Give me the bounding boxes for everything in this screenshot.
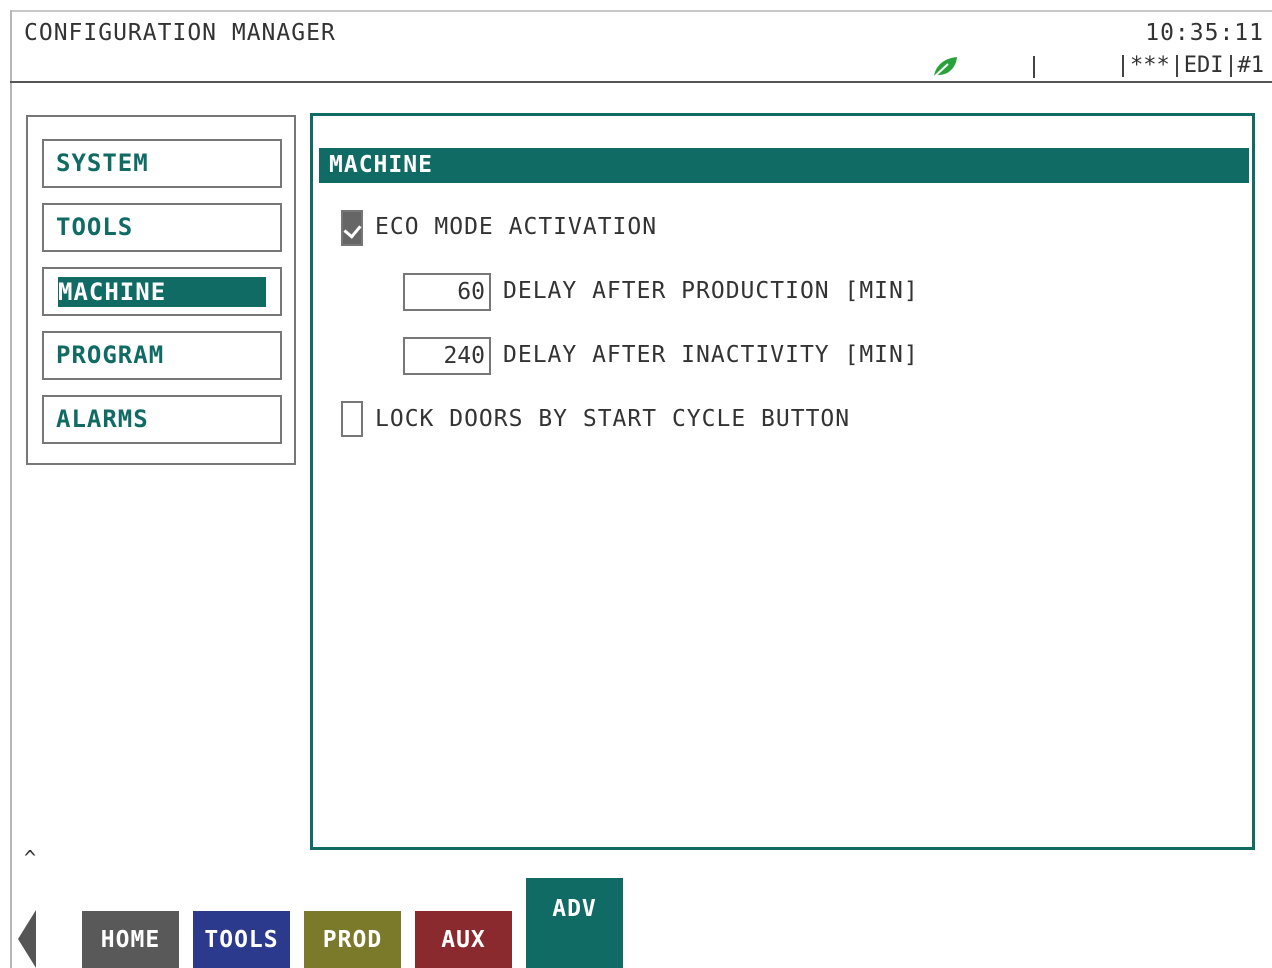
sidebar-item-label: ALARMS [56, 405, 149, 433]
status-channel: #1 [1237, 53, 1265, 78]
app-title: CONFIGURATION MANAGER [24, 20, 336, 46]
tab-prod[interactable]: PROD [304, 911, 401, 968]
sidebar-item-label: PROGRAM [56, 341, 165, 369]
delay-production-input[interactable]: 60 [403, 273, 491, 311]
tab-home[interactable]: HOME [82, 911, 179, 968]
caret-up-icon[interactable]: ^ [24, 846, 36, 870]
frame-top-border [10, 10, 1272, 12]
delay-inactivity-input[interactable]: 240 [403, 337, 491, 375]
tab-aux-label: AUX [441, 927, 486, 953]
status-bar: *** EDI #1 [1116, 53, 1264, 79]
sidebar-item-machine[interactable]: MACHINE [42, 267, 282, 316]
sidebar-item-system[interactable]: SYSTEM [42, 139, 282, 188]
machine-settings-panel: MACHINE ECO MODE ACTIVATION 60 DELAY AFT… [310, 113, 1255, 850]
tab-tools-label: TOOLS [204, 927, 279, 953]
leaf-icon [932, 57, 957, 79]
sidebar-item-tools[interactable]: TOOLS [42, 203, 282, 252]
eco-mode-label: ECO MODE ACTIVATION [375, 214, 658, 240]
delay-production-label: DELAY AFTER PRODUCTION [MIN] [503, 278, 919, 304]
lock-doors-checkbox[interactable] [341, 401, 363, 437]
clock: 10:35:11 [1145, 20, 1264, 46]
tab-tools[interactable]: TOOLS [193, 911, 290, 968]
sidebar-item-alarms[interactable]: ALARMS [42, 395, 282, 444]
status-separator [1033, 56, 1035, 78]
delay-inactivity-label: DELAY AFTER INACTIVITY [MIN] [503, 342, 919, 368]
config-category-menu: SYSTEM TOOLS MACHINE PROGRAM ALARMS [26, 115, 296, 465]
status-stars: *** [1130, 53, 1170, 78]
sidebar-item-label: TOOLS [56, 213, 134, 241]
sidebar-item-label: SYSTEM [56, 149, 149, 177]
lock-doors-label: LOCK DOORS BY START CYCLE BUTTON [375, 406, 851, 432]
tab-prod-label: PROD [322, 927, 383, 953]
sidebar-item-program[interactable]: PROGRAM [42, 331, 282, 380]
status-mode: EDI [1183, 53, 1224, 78]
eco-mode-checkbox[interactable] [341, 210, 363, 246]
sidebar-item-label: MACHINE [58, 277, 266, 307]
tab-home-label: HOME [100, 927, 161, 953]
frame-left-border [10, 10, 12, 968]
header-divider [10, 81, 1272, 83]
tab-aux[interactable]: AUX [415, 911, 512, 968]
left-arrow-icon[interactable] [18, 910, 36, 968]
panel-title: MACHINE [319, 148, 1249, 183]
tab-adv-label: ADV [552, 896, 597, 922]
tab-adv[interactable]: ADV [526, 878, 623, 968]
